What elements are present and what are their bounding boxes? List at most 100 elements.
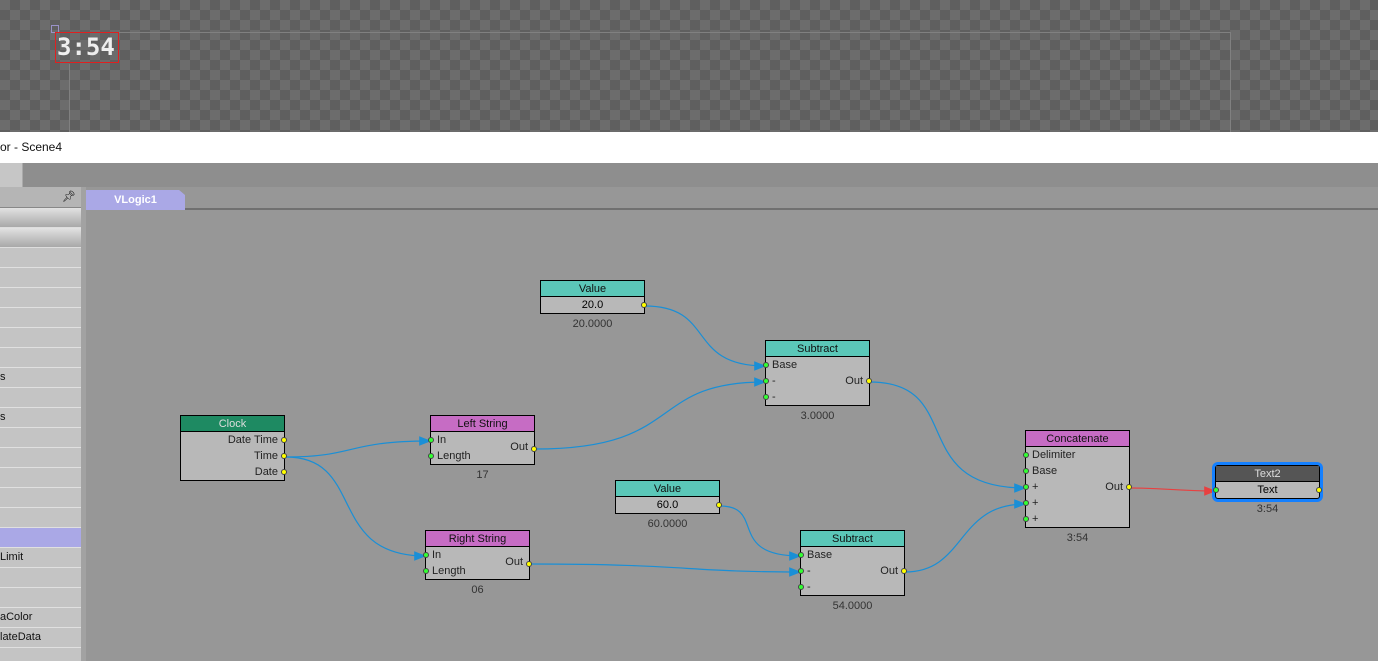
input-pin[interactable] [763, 362, 769, 368]
input-pin[interactable] [423, 552, 429, 558]
output-label: Date Time [227, 434, 278, 446]
clock-node[interactable]: Clock Date Time Time Date [180, 415, 287, 481]
output-pin[interactable] [526, 561, 532, 567]
output-pin[interactable] [281, 469, 287, 475]
input-pin[interactable] [1023, 516, 1029, 522]
input-pin[interactable] [798, 552, 804, 558]
input-pin[interactable] [763, 378, 769, 384]
property-row[interactable] [0, 588, 81, 608]
property-row[interactable] [0, 308, 81, 328]
scene-preview[interactable]: 3:54 [0, 0, 1378, 132]
property-row[interactable] [0, 508, 81, 528]
input-pin[interactable] [1023, 452, 1029, 458]
node-result: 3.0000 [800, 410, 835, 422]
node-title: Right String [426, 531, 529, 547]
property-row[interactable]: Limit [0, 548, 81, 568]
subtract-node[interactable]: Subtract Base - Out - [763, 340, 872, 406]
value-text: 60.0 [656, 499, 679, 511]
input-pin[interactable] [1213, 487, 1219, 493]
output-label: Time [253, 450, 278, 462]
value-field[interactable]: 60.0 [616, 497, 722, 513]
wire [285, 456, 427, 561]
property-row[interactable] [0, 448, 81, 468]
output-label: Out [845, 375, 863, 387]
property-row[interactable]: aColor [0, 608, 81, 628]
input-label: Base [807, 549, 833, 561]
value-node[interactable]: Value 60.0 [615, 480, 722, 514]
output-pin[interactable] [1126, 484, 1132, 490]
value-node[interactable]: Value 20.0 [540, 280, 647, 314]
input-label: In [437, 434, 447, 446]
property-row[interactable] [0, 488, 81, 508]
property-row[interactable] [0, 428, 81, 448]
input-pin[interactable] [428, 437, 434, 443]
input-label: - [807, 581, 811, 593]
input-pin[interactable] [763, 394, 769, 400]
input-label: Length [437, 450, 471, 462]
tab-vlogic1[interactable]: VLogic1 [86, 190, 185, 210]
input-label: Base [1032, 465, 1058, 477]
property-row[interactable]: s [0, 408, 81, 428]
node-result: 20.0000 [572, 318, 613, 330]
output-pin[interactable] [641, 302, 647, 308]
input-label: + [1032, 481, 1039, 493]
clock-text-element[interactable]: 3:54 [55, 32, 119, 63]
output-pin[interactable] [531, 446, 537, 452]
input-pin[interactable] [428, 453, 434, 459]
subtract-node[interactable]: Subtract Base - Out - [798, 530, 907, 596]
output-pin[interactable] [866, 378, 872, 384]
logic-graph-canvas[interactable]: Value 20.0 20.0000 Subtract Base - Out - … [86, 212, 1378, 661]
property-row[interactable]: lateData [0, 628, 81, 648]
property-row[interactable] [0, 388, 81, 408]
concatenate-node[interactable]: Concatenate Delimiter Base + Out + + [1023, 430, 1132, 528]
input-label: - [772, 391, 776, 403]
properties-panel: 📌︎ s s Limit aColor lateData [0, 187, 81, 661]
input-pin[interactable] [1023, 468, 1029, 474]
left-string-node[interactable]: Left String In Length Out [428, 415, 537, 465]
output-pin[interactable] [281, 453, 287, 459]
text2-node[interactable]: Text2 Text [1213, 465, 1322, 499]
node-title: Value [541, 281, 644, 297]
output-pin[interactable] [716, 502, 722, 508]
output-label: Out [1105, 481, 1123, 493]
window-title: or - Scene4 [0, 132, 1378, 163]
node-title: Subtract [766, 341, 869, 357]
value-field[interactable]: 20.0 [541, 297, 647, 313]
input-label: Base [772, 359, 798, 371]
category-header[interactable] [0, 208, 81, 228]
property-row[interactable] [0, 248, 81, 268]
property-row[interactable]: s [0, 368, 81, 388]
input-label: - [772, 375, 776, 387]
property-row[interactable] [0, 348, 81, 368]
input-label: + [1032, 497, 1039, 509]
wire [529, 563, 802, 577]
input-pin[interactable] [423, 568, 429, 574]
input-pin[interactable] [798, 584, 804, 590]
input-pin[interactable] [1023, 484, 1029, 490]
node-result: 60.0000 [647, 518, 688, 530]
node-result: 3:54 [1066, 532, 1089, 544]
property-row[interactable] [0, 528, 81, 548]
property-row[interactable] [0, 568, 81, 588]
pin-icon[interactable]: 📌︎ [62, 190, 76, 203]
property-row[interactable] [0, 268, 81, 288]
input-pin[interactable] [1023, 500, 1029, 506]
input-label: In [432, 549, 442, 561]
property-row[interactable] [0, 288, 81, 308]
node-title: Subtract [801, 531, 904, 547]
value-text: 20.0 [581, 299, 604, 311]
property-row[interactable] [0, 468, 81, 488]
right-string-node[interactable]: Right String In Length Out [423, 530, 532, 580]
panel-header: 📌︎ [0, 187, 81, 208]
guide-line [1230, 32, 1231, 132]
output-label: Out [505, 556, 523, 568]
input-pin[interactable] [798, 568, 804, 574]
panel-tab[interactable] [0, 163, 23, 187]
output-pin[interactable] [1316, 487, 1322, 493]
category-header[interactable] [0, 228, 81, 248]
wire [869, 381, 1027, 493]
property-row[interactable] [0, 328, 81, 348]
wire [719, 505, 802, 561]
output-pin[interactable] [901, 568, 907, 574]
output-pin[interactable] [281, 437, 287, 443]
